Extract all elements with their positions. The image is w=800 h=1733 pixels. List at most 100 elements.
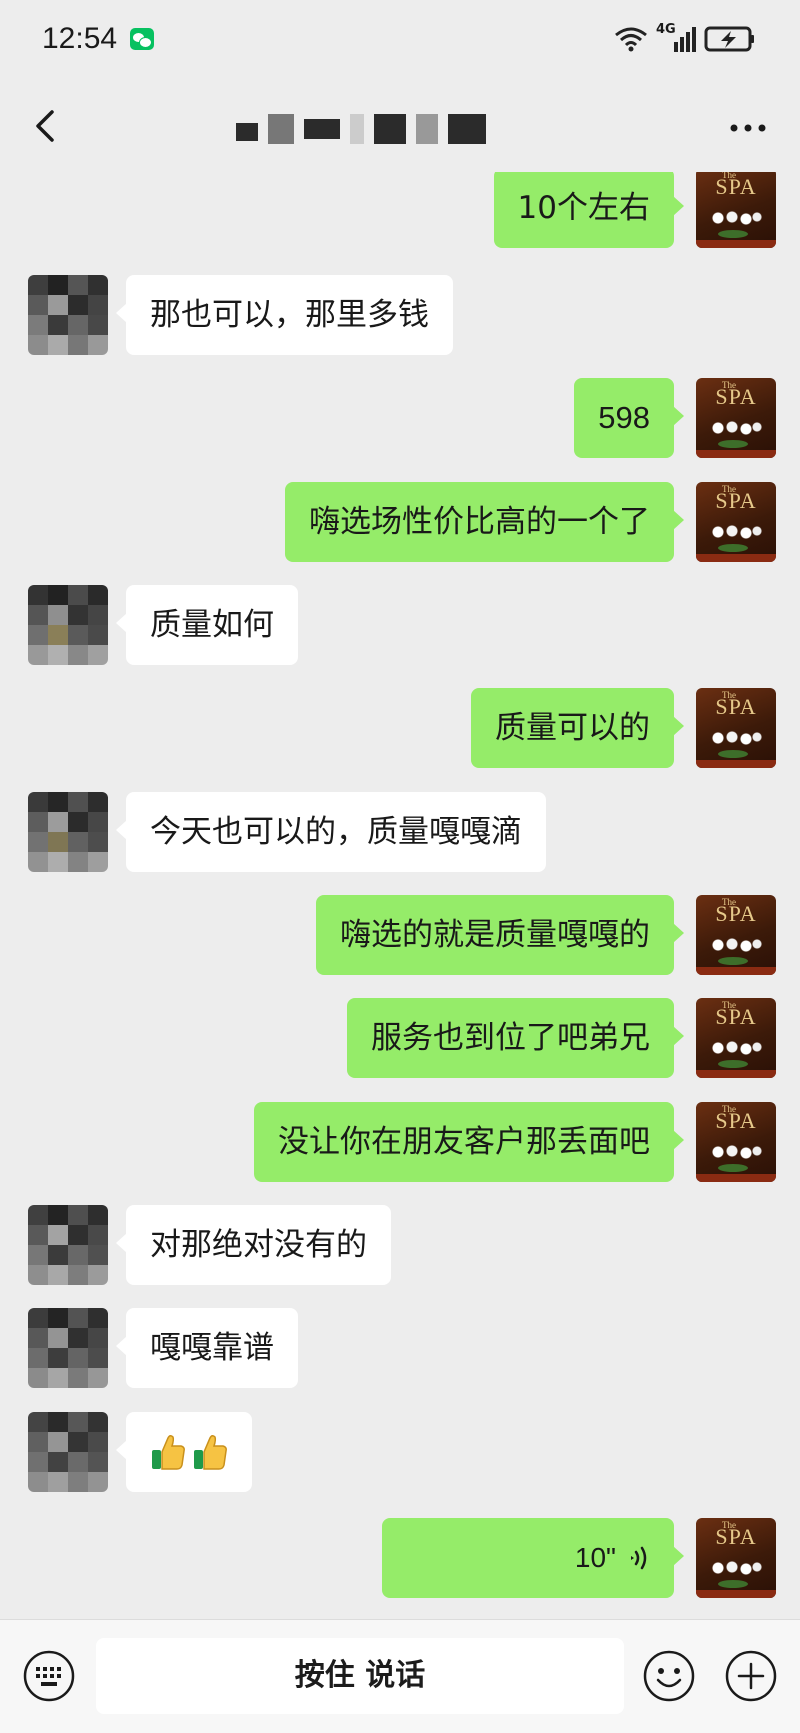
- self-avatar[interactable]: The SPA: [696, 895, 776, 975]
- leaf-decoration: [718, 1580, 748, 1588]
- avatar-spa-text: SPA: [715, 1524, 757, 1549]
- plus-circle-icon[interactable]: [724, 1649, 778, 1703]
- message-bubble[interactable]: 对那绝对没有的: [116, 1205, 391, 1285]
- keyboard-icon[interactable]: [22, 1649, 76, 1703]
- mosaic-grid: [28, 792, 108, 872]
- message-text: 今天也可以的，质量嘎嘎滴: [150, 814, 522, 850]
- message-bubble[interactable]: 598: [574, 378, 684, 458]
- message-text: 那也可以，那里多钱: [150, 297, 429, 333]
- avatar-spa-text: SPA: [715, 488, 757, 513]
- network-label: 4G: [656, 22, 676, 37]
- rim-decoration: [696, 1590, 776, 1598]
- rim-decoration: [696, 760, 776, 768]
- leaf-decoration: [718, 544, 748, 552]
- leaf-decoration: [718, 1060, 748, 1068]
- message-bubble[interactable]: 嗨选的就是质量嘎嘎的: [316, 895, 684, 975]
- message-text: 服务也到位了吧弟兄: [371, 1020, 650, 1056]
- message-bubble[interactable]: 10个左右: [493, 172, 685, 248]
- mosaic-block: [374, 114, 406, 144]
- avatar-spa-text: SPA: [715, 384, 757, 409]
- flower-decoration: [710, 1560, 762, 1576]
- self-avatar[interactable]: The SPA: [696, 378, 776, 458]
- emoji-row: [150, 1412, 228, 1492]
- self-avatar[interactable]: The SPA: [696, 1102, 776, 1182]
- message-bubble[interactable]: 那也可以，那里多钱: [116, 275, 453, 355]
- contact-avatar-redacted[interactable]: [28, 792, 108, 872]
- message-bubble[interactable]: 服务也到位了吧弟兄: [347, 998, 684, 1078]
- message-bubble[interactable]: 质量可以的: [471, 688, 684, 768]
- mosaic-block: [236, 123, 258, 141]
- message-text: 10个左右: [517, 190, 650, 226]
- self-avatar[interactable]: The SPA: [696, 172, 776, 248]
- status-bar: 12:54 4G: [0, 0, 800, 80]
- chat-header: [0, 80, 800, 172]
- message-text: 598: [598, 400, 650, 435]
- flower-decoration: [710, 210, 762, 226]
- message-list[interactable]: The SPA 10个左右 那也可以，那里多钱 The SPA 598 The …: [0, 172, 800, 1619]
- message-bubble[interactable]: 嗨选场性价比高的一个了: [285, 482, 684, 562]
- mosaic-block: [350, 114, 364, 144]
- mosaic-block: [448, 114, 486, 144]
- status-icons: 4G: [614, 22, 756, 56]
- input-bar: 按住 说话: [0, 1619, 800, 1733]
- message-bubble[interactable]: 今天也可以的，质量嘎嘎滴: [116, 792, 546, 872]
- mosaic-grid: [28, 275, 108, 355]
- message-bubble[interactable]: 质量如何: [116, 585, 298, 665]
- self-avatar[interactable]: The SPA: [696, 998, 776, 1078]
- smiley-icon[interactable]: [642, 1649, 696, 1703]
- message-text: 嘎嘎靠谱: [150, 1330, 274, 1366]
- message-text: 嗨选的就是质量嘎嘎的: [340, 917, 650, 953]
- leaf-decoration: [718, 440, 748, 448]
- thumbs-up-icon: [194, 1434, 227, 1470]
- contact-avatar-redacted[interactable]: [28, 1308, 108, 1388]
- chat-title-redacted: [236, 112, 556, 146]
- self-avatar[interactable]: The SPA: [696, 688, 776, 768]
- rim-decoration: [696, 967, 776, 975]
- mosaic-grid: [28, 1205, 108, 1285]
- message-text: 嗨选场性价比高的一个了: [309, 504, 650, 540]
- chevron-left-icon[interactable]: [28, 106, 68, 146]
- avatar-spa-text: SPA: [715, 1004, 757, 1029]
- self-avatar[interactable]: The SPA: [696, 1518, 776, 1598]
- message-bubble[interactable]: [116, 1412, 252, 1492]
- message-text: 质量可以的: [495, 710, 650, 746]
- battery-charging-icon: [704, 25, 756, 53]
- leaf-decoration: [718, 1164, 748, 1172]
- rim-decoration: [696, 240, 776, 248]
- mosaic-block: [416, 114, 438, 144]
- mosaic-grid: [28, 1412, 108, 1492]
- thumbs-up-icon: [152, 1434, 185, 1470]
- flower-decoration: [710, 937, 762, 953]
- signal-icon: 4G: [656, 22, 696, 54]
- contact-avatar-redacted[interactable]: [28, 1412, 108, 1492]
- flower-decoration: [710, 1040, 762, 1056]
- message-bubble[interactable]: 嘎嘎靠谱: [116, 1308, 298, 1388]
- voice-message-bubble[interactable]: 10": [382, 1518, 684, 1598]
- leaf-decoration: [718, 957, 748, 965]
- voice-wave-icon: [631, 1546, 647, 1570]
- mosaic-grid: [28, 585, 108, 665]
- hold-to-talk-button[interactable]: 按住 说话: [96, 1638, 624, 1714]
- flower-decoration: [710, 730, 762, 746]
- contact-avatar-redacted[interactable]: [28, 585, 108, 665]
- avatar-spa-text: SPA: [715, 1108, 757, 1133]
- contact-avatar-redacted[interactable]: [28, 1205, 108, 1285]
- message-bubble[interactable]: 没让你在朋友客户那丢面吧: [254, 1102, 684, 1182]
- contact-avatar-redacted[interactable]: [28, 275, 108, 355]
- status-time: 12:54: [42, 22, 118, 55]
- message-text: 质量如何: [150, 607, 274, 643]
- self-avatar[interactable]: The SPA: [696, 482, 776, 562]
- flower-decoration: [710, 420, 762, 436]
- avatar-spa-text: SPA: [715, 694, 757, 719]
- avatar-spa-text: SPA: [715, 174, 757, 199]
- mosaic-block: [304, 119, 340, 139]
- voice-duration: 10": [574, 1542, 616, 1573]
- leaf-decoration: [718, 750, 748, 758]
- rim-decoration: [696, 1174, 776, 1182]
- mosaic-block: [268, 114, 294, 144]
- ellipsis-icon[interactable]: [728, 110, 768, 146]
- message-text: 对那绝对没有的: [150, 1227, 367, 1263]
- voice-content: 10": [406, 1518, 650, 1598]
- wechat-notification-icon: [130, 28, 154, 50]
- rim-decoration: [696, 450, 776, 458]
